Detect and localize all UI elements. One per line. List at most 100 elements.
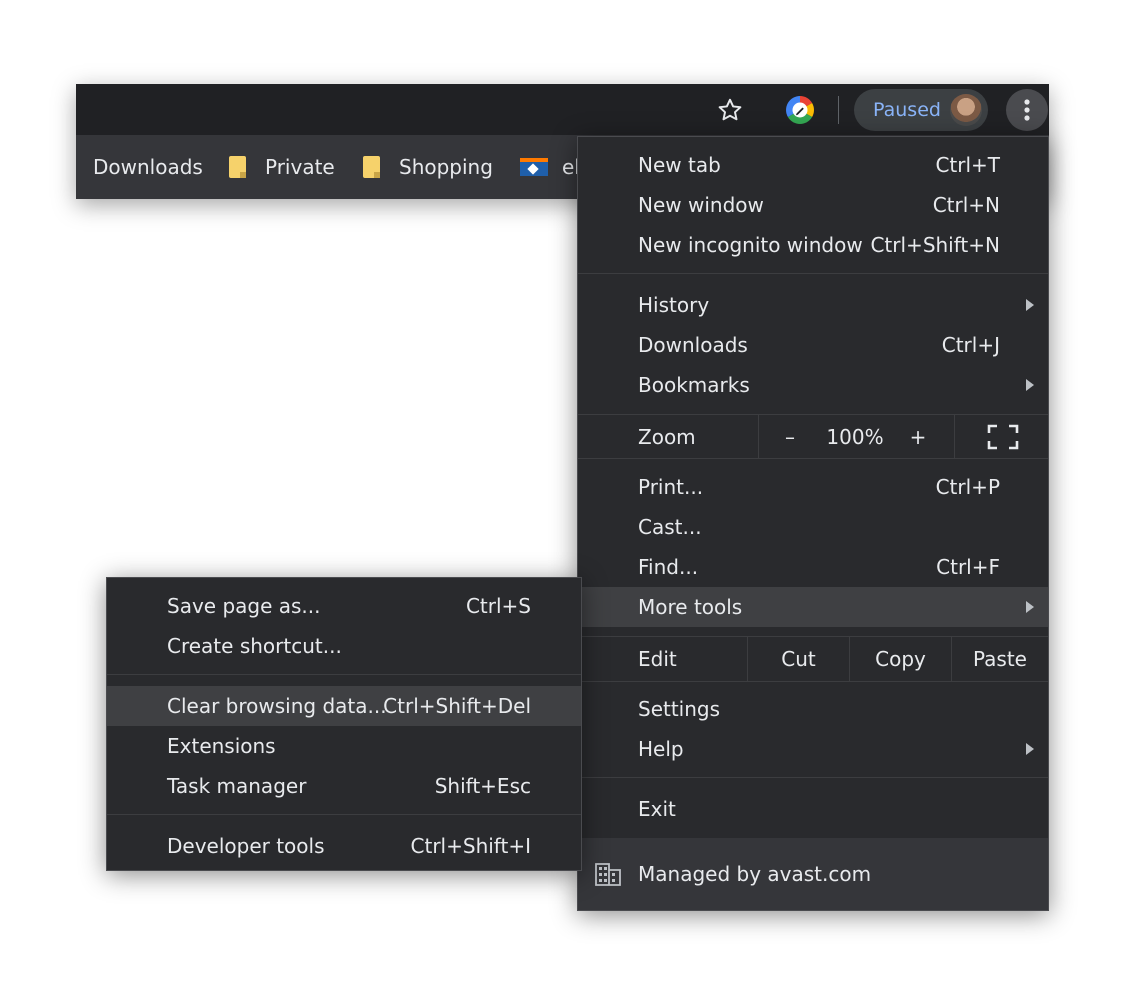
more-tools-submenu: Save page as... Ctrl+S Create shortcut..… — [106, 577, 582, 871]
menu-item-settings[interactable]: Settings — [578, 689, 1048, 729]
zoom-minus-label: – — [785, 424, 795, 449]
building-icon — [595, 863, 621, 886]
menu-item-save-page-as[interactable]: Save page as... Ctrl+S — [107, 586, 581, 626]
extension-button[interactable] — [782, 92, 818, 128]
menu-item-developer-tools[interactable]: Developer tools Ctrl+Shift+I — [107, 826, 581, 866]
menu-item-print[interactable]: Print... Ctrl+P — [578, 467, 1048, 507]
fullscreen-icon — [987, 424, 1019, 449]
menu-item-label: Create shortcut... — [167, 634, 342, 658]
menu-divider — [578, 777, 1048, 778]
menu-item-shortcut: Ctrl+Shift+Del — [383, 694, 531, 718]
chrome-menu-button[interactable] — [1006, 89, 1048, 131]
bookmark-label: Shopping — [399, 155, 493, 179]
menu-item-exit[interactable]: Exit — [578, 789, 1048, 829]
menu-item-find[interactable]: Find... Ctrl+F — [578, 547, 1048, 587]
menu-item-label: Settings — [638, 697, 721, 721]
menu-item-shortcut: Ctrl+N — [932, 193, 1000, 217]
cut-button[interactable]: Cut — [748, 637, 849, 681]
menu-item-shortcut: Ctrl+T — [935, 153, 1000, 177]
menu-item-label: Extensions — [167, 734, 276, 758]
bookmark-downloads[interactable]: Downloads — [93, 135, 203, 199]
submenu-arrow-icon — [1026, 379, 1034, 391]
menu-item-shortcut: Ctrl+S — [465, 594, 531, 618]
menu-divider — [578, 681, 1048, 682]
zoom-out-button[interactable]: – — [773, 415, 807, 458]
bookmark-folder-shopping[interactable]: Shopping — [363, 135, 493, 199]
bank-favicon-icon — [520, 158, 548, 176]
managed-by-banner[interactable]: Managed by avast.com — [578, 838, 1048, 910]
zoom-separator — [954, 415, 955, 458]
submenu-arrow-icon — [1026, 601, 1034, 613]
menu-item-label: More tools — [638, 595, 743, 619]
menu-item-label: New window — [638, 193, 764, 217]
bookmark-folder-private[interactable]: Private — [229, 135, 335, 199]
bookmark-bank[interactable]: el — [520, 135, 580, 199]
menu-item-new-window[interactable]: New window Ctrl+N — [578, 185, 1048, 225]
fullscreen-button[interactable] — [978, 415, 1028, 458]
menu-item-help[interactable]: Help — [578, 729, 1048, 769]
menu-item-shortcut: Ctrl+F — [936, 555, 1000, 579]
title-bar: Paused — [76, 84, 1049, 135]
menu-item-label: Exit — [638, 797, 676, 821]
menu-item-create-shortcut[interactable]: Create shortcut... — [107, 626, 581, 666]
menu-item-more-tools[interactable]: More tools — [578, 587, 1048, 627]
copy-label: Copy — [875, 647, 926, 671]
zoom-separator — [758, 415, 759, 458]
menu-item-label: Help — [638, 737, 684, 761]
menu-divider — [578, 273, 1048, 274]
menu-item-extensions[interactable]: Extensions — [107, 726, 581, 766]
menu-item-cast[interactable]: Cast... — [578, 507, 1048, 547]
zoom-level-value: 100% — [818, 415, 892, 458]
more-vert-icon — [1024, 99, 1030, 121]
menu-item-label: Task manager — [167, 774, 307, 798]
bookmark-label: Downloads — [93, 155, 203, 179]
menu-item-label: Cast... — [638, 515, 702, 539]
bookmark-star-button[interactable] — [712, 92, 748, 128]
menu-item-label: Downloads — [638, 333, 748, 357]
menu-item-shortcut: Ctrl+Shift+I — [410, 834, 531, 858]
paste-label: Paste — [973, 647, 1027, 671]
extension-icon — [786, 96, 814, 124]
menu-item-label: Zoom — [638, 424, 696, 449]
menu-divider — [107, 674, 581, 675]
menu-divider — [107, 814, 581, 815]
menu-item-clear-browsing-data[interactable]: Clear browsing data... Ctrl+Shift+Del — [107, 686, 581, 726]
menu-item-downloads[interactable]: Downloads Ctrl+J — [578, 325, 1048, 365]
menu-row-edit: Edit Cut Copy Paste — [578, 637, 1048, 681]
submenu-arrow-icon — [1026, 743, 1034, 755]
avatar — [950, 94, 982, 126]
profile-status-label: Paused — [873, 99, 941, 121]
folder-icon — [363, 156, 380, 178]
menu-item-shortcut: Ctrl+J — [941, 333, 1000, 357]
menu-item-history[interactable]: History — [578, 285, 1048, 325]
managed-by-label: Managed by avast.com — [638, 862, 872, 886]
chrome-main-menu: New tab Ctrl+T New window Ctrl+N New inc… — [577, 136, 1049, 911]
copy-button[interactable]: Copy — [850, 637, 951, 681]
star-icon — [718, 98, 742, 121]
menu-item-label: Edit — [638, 647, 677, 671]
folder-icon — [229, 156, 246, 178]
menu-item-label: History — [638, 293, 710, 317]
submenu-arrow-icon — [1026, 299, 1034, 311]
menu-divider — [578, 458, 1048, 459]
menu-item-label: Bookmarks — [638, 373, 750, 397]
zoom-plus-label: + — [909, 424, 927, 449]
bookmark-label: Private — [265, 155, 335, 179]
menu-row-zoom: Zoom – 100% + — [578, 415, 1048, 458]
zoom-value: 100% — [826, 424, 884, 449]
paste-button[interactable]: Paste — [952, 637, 1048, 681]
cut-label: Cut — [781, 647, 816, 671]
menu-item-task-manager[interactable]: Task manager Shift+Esc — [107, 766, 581, 806]
menu-item-label: Save page as... — [167, 594, 321, 618]
menu-item-label: New incognito window — [638, 233, 863, 257]
menu-item-new-incognito-window[interactable]: New incognito window Ctrl+Shift+N — [578, 225, 1048, 265]
menu-item-label: Developer tools — [167, 834, 325, 858]
menu-item-shortcut: Shift+Esc — [434, 774, 531, 798]
menu-item-label: Find... — [638, 555, 699, 579]
menu-item-new-tab[interactable]: New tab Ctrl+T — [578, 145, 1048, 185]
profile-button[interactable]: Paused — [854, 89, 988, 131]
menu-item-label: New tab — [638, 153, 721, 177]
zoom-in-button[interactable]: + — [901, 415, 935, 458]
menu-item-label: Print... — [638, 475, 704, 499]
menu-item-bookmarks[interactable]: Bookmarks — [578, 365, 1048, 405]
